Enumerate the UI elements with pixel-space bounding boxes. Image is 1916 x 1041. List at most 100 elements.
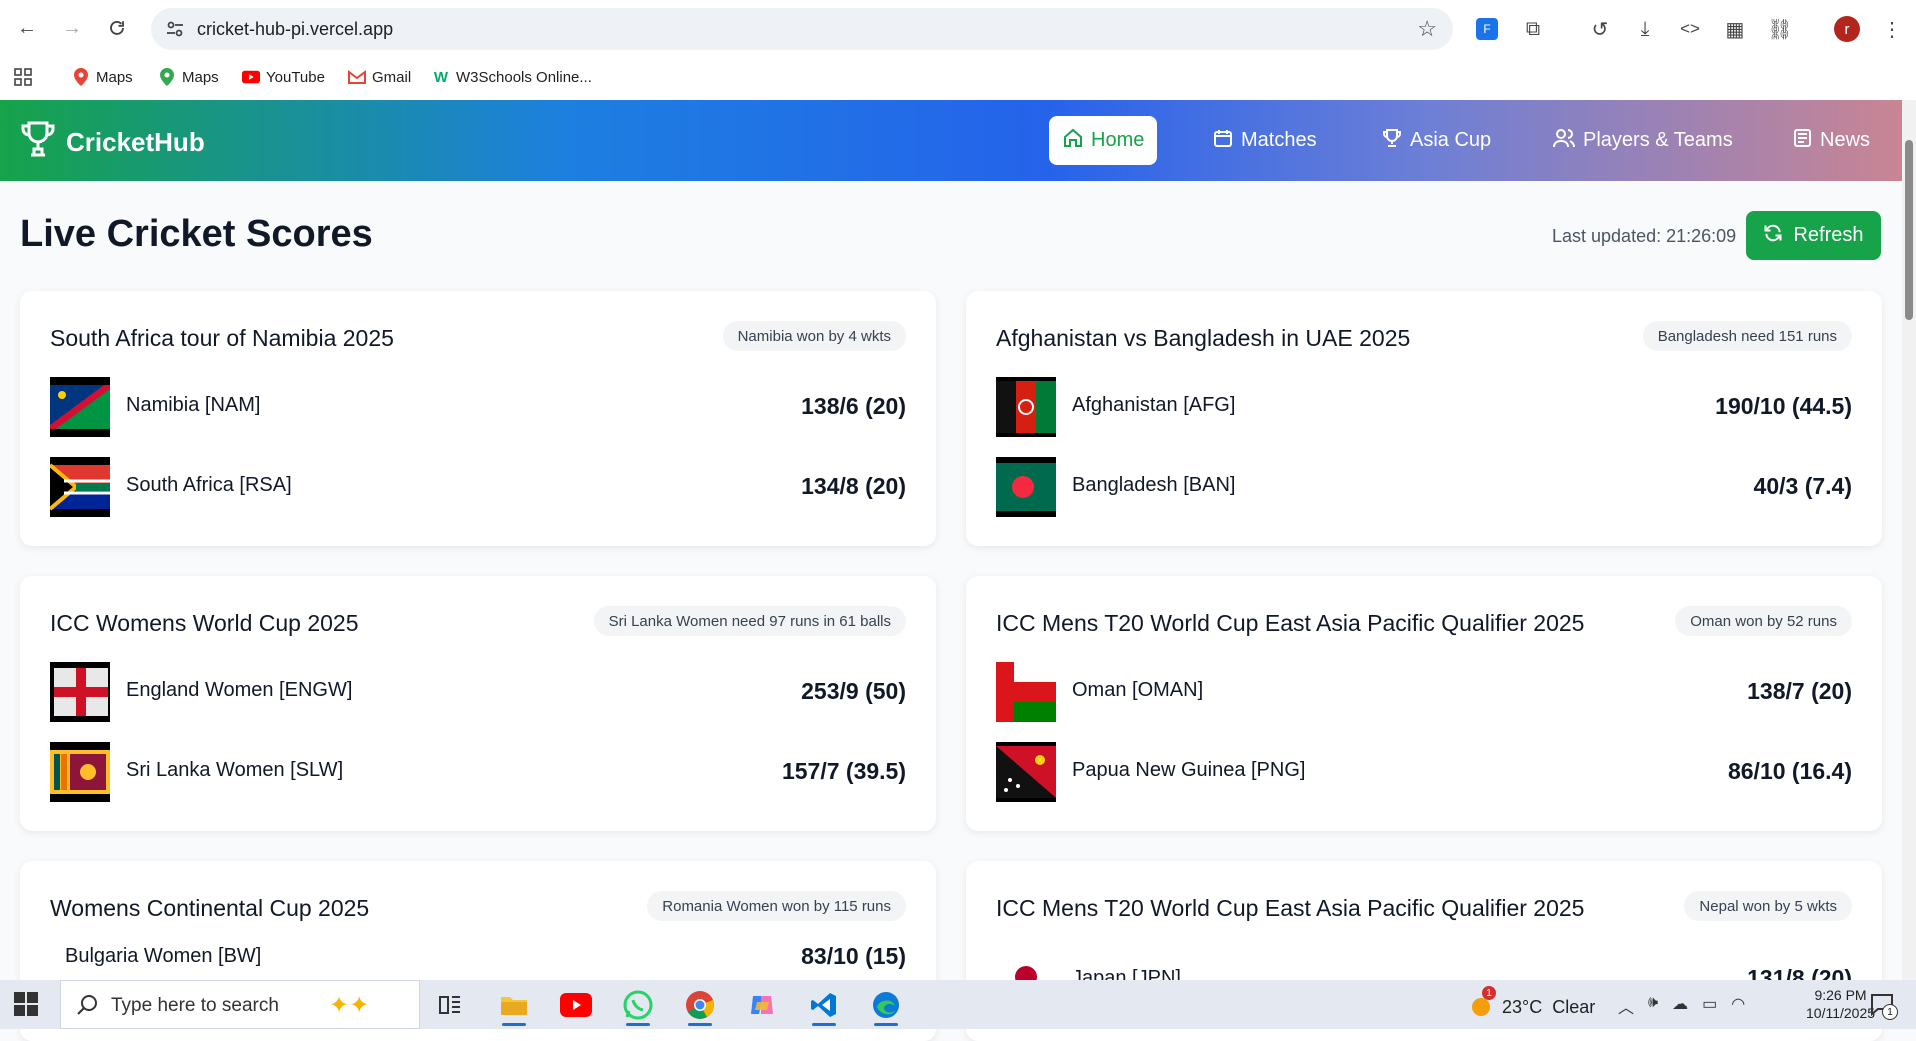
youtube-icon [242,68,260,86]
taskbar-search-box[interactable]: Type here to search ✦✦ [60,980,420,1029]
team-row: Papua New Guinea [PNG] 86/10 (16.4) [996,742,1852,802]
series-title: ICC Mens T20 World Cup East Asia Pacific… [996,895,1585,921]
refresh-icon [1763,223,1783,249]
bookmark-maps-1[interactable]: Maps [72,68,133,86]
match-status-badge: Romania Women won by 115 runs [647,891,906,921]
history-icon[interactable]: ↺ [1585,14,1615,44]
notification-center-icon[interactable]: 1 [1870,992,1898,1020]
task-view-icon[interactable] [430,988,470,1022]
chevron-up-icon[interactable]: ︿ [1618,994,1634,1018]
nav-asia-cup[interactable]: Asia Cup [1368,116,1505,165]
file-explorer-icon[interactable] [494,988,534,1026]
south-africa-flag-icon [50,457,110,517]
team-score: 86/10 (16.4) [1727,758,1852,784]
onedrive-cloud-icon[interactable]: ☁ [1672,994,1688,1018]
scrollbar-thumb[interactable] [1905,140,1913,320]
bookmark-youtube[interactable]: YouTube [242,68,325,86]
team-name: South Africa [RSA] [126,474,292,496]
last-updated-text: Last updated: 21:26:09 [1552,226,1737,246]
home-icon [1063,128,1083,154]
extensions-puzzle-icon[interactable]: ⧉ [1518,14,1548,44]
link-icon[interactable]: ⛓ [1765,14,1795,44]
page-scrollbar[interactable] [1902,100,1916,980]
wifi-icon[interactable]: ◠ [1731,994,1745,1018]
bookmark-maps-2[interactable]: Maps [158,68,219,86]
chrome-icon[interactable] [680,988,720,1026]
copilot-sparkle-icon[interactable]: ✦✦ [329,991,369,1020]
match-status-badge: Sri Lanka Women need 97 runs in 61 balls [593,606,906,636]
clock-time: 9:26 PM [1814,987,1867,1003]
match-status-badge: Nepal won by 5 wkts [1684,891,1852,921]
apps-grid-icon[interactable] [14,68,32,86]
taskbar-clock[interactable]: 9:26 PM 10/11/2025 [1806,986,1875,1022]
namibia-flag-icon [50,377,110,437]
whatsapp-icon[interactable] [618,988,658,1026]
weather-text: 23°C Clear [1502,997,1596,1017]
team-score: 138/7 (20) [1747,678,1852,704]
youtube-app-icon[interactable] [556,988,596,1022]
match-status-badge: Oman won by 52 runs [1675,606,1852,636]
clock-date: 10/11/2025 [1806,1005,1876,1021]
browser-menu-icon[interactable]: ⋮ [1877,14,1907,44]
bookmark-label: Maps [182,68,219,86]
vscode-icon[interactable] [804,988,844,1026]
newspaper-icon [1792,128,1812,154]
team-score: 157/7 (39.5) [781,758,906,784]
devtools-code-icon[interactable]: <> [1675,14,1705,44]
bookmark-label: W3Schools Online... [456,68,592,86]
reload-button[interactable] [103,14,131,42]
team-name: Sri Lanka Women [SLW] [126,759,344,781]
nav-matches[interactable]: Matches [1199,116,1331,165]
address-bar[interactable]: cricket-hub-pi.vercel.app ☆ [151,8,1453,50]
speaker-icon[interactable]: 🕪 [1648,994,1658,1018]
weather-widget[interactable]: 1 23°C Clear [1468,986,1596,1023]
england-flag-icon [50,662,110,722]
team-row: Oman [OMAN] 138/7 (20) [996,662,1852,722]
refresh-label: Refresh [1793,224,1864,246]
nav-news[interactable]: News [1778,116,1884,165]
team-row: Afghanistan [AFG] 190/10 (44.5) [996,377,1852,437]
bookmarks-bar: Maps Maps YouTube Gmail W W3Schools Onli… [0,60,1916,100]
nav-label: Players & Teams [1583,129,1733,151]
match-card[interactable]: Afghanistan vs Bangladesh in UAE 2025 Ba… [966,291,1882,546]
bookmark-label: YouTube [266,68,325,86]
brand-logo[interactable]: CricketHub [20,120,205,165]
download-icon[interactable]: ⤓ [1630,14,1660,44]
refresh-button[interactable]: Refresh [1746,211,1881,260]
search-icon [77,994,99,1021]
users-icon [1553,128,1575,154]
system-tray: ︿ 🕪 ☁ ▭ ◠ [1618,994,1745,1018]
weather-sun-icon: 1 [1468,986,1496,1023]
bookmark-gmail[interactable]: Gmail [348,68,411,86]
url-text[interactable]: cricket-hub-pi.vercel.app [197,19,393,40]
team-score: 253/9 (50) [801,678,906,704]
site-settings-icon[interactable] [165,19,185,39]
bookmark-label: Maps [96,68,133,86]
team-name: Oman [OMAN] [1072,679,1204,701]
team-score: 83/10 (15) [801,943,906,969]
match-card[interactable]: South Africa tour of Namibia 2025 Namibi… [20,291,936,546]
nav-label: Home [1091,129,1145,151]
copilot-icon[interactable] [742,988,782,1022]
tab-layout-icon[interactable]: ▦ [1720,14,1750,44]
bookmark-w3schools[interactable]: W W3Schools Online... [432,68,592,86]
bangladesh-flag-icon [996,457,1056,517]
maps-pin-icon [158,68,176,86]
forward-button[interactable]: → [58,14,86,42]
back-button[interactable]: ← [13,14,41,42]
team-name: Namibia [NAM] [126,394,261,416]
battery-icon[interactable]: ▭ [1702,994,1717,1018]
profile-avatar[interactable]: r [1834,16,1860,42]
match-card[interactable]: ICC Mens T20 World Cup East Asia Pacific… [966,576,1882,831]
windows-start-icon[interactable] [14,992,38,1016]
nav-players-teams[interactable]: Players & Teams [1539,116,1747,165]
gmail-icon [348,68,366,86]
team-name: Bulgaria Women [BW] [65,945,262,967]
browser-chrome: ← → cricket-hub-pi.vercel.app ☆ F ⧉ ↺ ⤓ … [0,0,1916,100]
edge-icon[interactable] [866,988,906,1026]
sri-lanka-flag-icon [50,742,110,802]
nav-home[interactable]: Home [1049,116,1157,165]
translate-extension-icon[interactable]: F [1472,14,1502,44]
match-card[interactable]: ICC Womens World Cup 2025 Sri Lanka Wome… [20,576,936,831]
bookmark-star-icon[interactable]: ☆ [1417,16,1437,42]
